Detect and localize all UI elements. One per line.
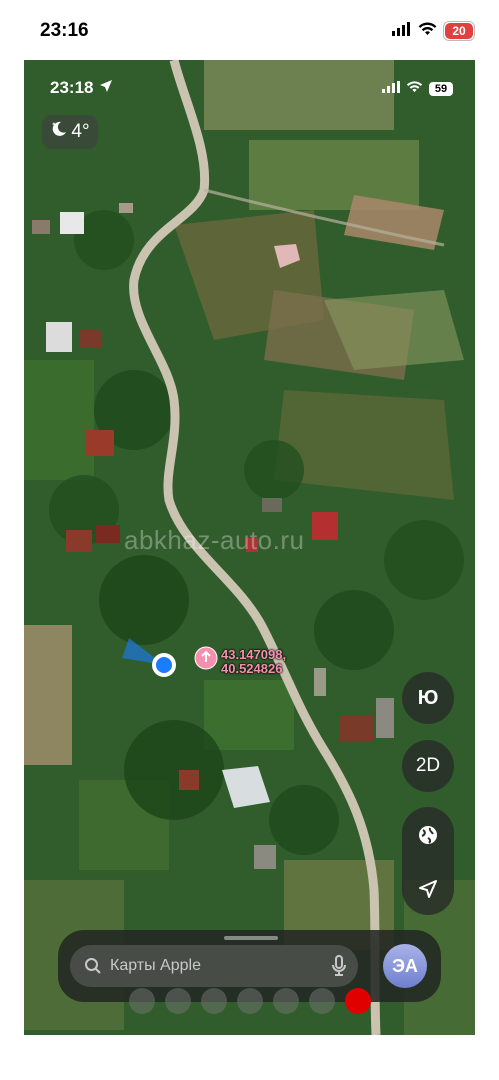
page-dot[interactable] — [237, 988, 263, 1014]
page-dot[interactable] — [273, 988, 299, 1014]
pin-latitude: 43.147098, — [221, 647, 287, 662]
search-placeholder: Карты Apple — [110, 957, 201, 974]
page-dot[interactable] — [201, 988, 227, 1014]
view-mode-label: 2D — [415, 755, 441, 776]
inner-status-bar: 23:18 — [50, 78, 113, 98]
search-field[interactable]: Карты Apple — [70, 945, 358, 987]
battery-level: 20 — [445, 23, 473, 39]
pin-coordinates[interactable]: 43.147098, 40.524826 — [221, 648, 286, 676]
page-dot[interactable] — [129, 988, 155, 1014]
compass-button[interactable]: Ю — [402, 672, 454, 724]
microphone-icon[interactable] — [332, 955, 346, 977]
temperature: 4° — [71, 121, 90, 142]
inner-status-time: 23:18 — [50, 78, 94, 97]
status-icons: 20 — [392, 21, 475, 41]
battery-icon: 20 — [443, 21, 475, 41]
battery-icon: 59 — [429, 82, 453, 96]
avatar[interactable]: ЭА — [383, 944, 427, 988]
location-arrow-icon[interactable] — [418, 879, 438, 899]
view-mode-button[interactable]: 2D — [402, 740, 454, 792]
signal-icon — [382, 80, 400, 98]
signal-icon — [392, 21, 412, 41]
page-dot-active[interactable] — [345, 988, 371, 1014]
compass-label: Ю — [417, 686, 439, 709]
wifi-icon — [418, 21, 437, 41]
page-dots — [129, 988, 371, 1014]
globe-icon[interactable] — [417, 824, 439, 846]
moon-stars-icon — [50, 120, 68, 144]
maps-screen: 23:18 59 4° abkhaz-auto.ru 43.147098, 40… — [24, 60, 475, 1035]
page-dot[interactable] — [309, 988, 335, 1014]
page-dot[interactable] — [165, 988, 191, 1014]
location-services-icon — [99, 78, 113, 98]
map-controls — [402, 807, 454, 915]
pin-longitude: 40.524826 — [221, 661, 283, 676]
wifi-icon — [406, 80, 423, 98]
search-icon — [84, 957, 102, 975]
sheet-grabber[interactable] — [224, 936, 278, 940]
outer-status-bar: 23:16 20 — [0, 0, 499, 60]
status-time: 23:16 — [40, 20, 89, 41]
weather-widget[interactable]: 4° — [42, 115, 98, 149]
inner-status-icons: 59 — [382, 80, 453, 98]
watermark: abkhaz-auto.ru — [124, 525, 305, 555]
